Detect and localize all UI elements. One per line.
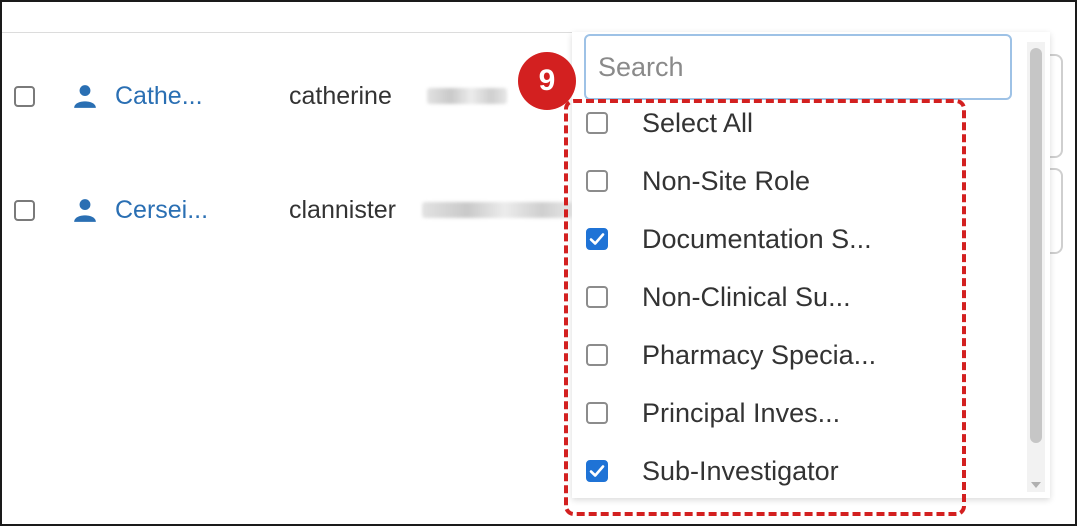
option-checkbox[interactable] bbox=[586, 286, 608, 308]
option-checkbox-checked[interactable] bbox=[586, 228, 608, 250]
row-checkbox[interactable] bbox=[14, 200, 35, 221]
option-label: Principal Inves... bbox=[642, 398, 841, 428]
option-checkbox[interactable] bbox=[586, 170, 608, 192]
option-label: Select All bbox=[642, 108, 754, 138]
option-label: Pharmacy Specia... bbox=[642, 340, 877, 370]
option-label: Sub-Investigator bbox=[642, 456, 839, 486]
option-checkbox-checked[interactable] bbox=[586, 460, 608, 482]
option-label: Documentation S... bbox=[642, 224, 872, 254]
user-email: clannister bbox=[289, 196, 396, 224]
role-options-list: Select All Non-Site Role Documentation S… bbox=[580, 100, 960, 498]
option-sub-investigator[interactable]: Sub-Investigator bbox=[580, 448, 960, 498]
checkmark-icon bbox=[589, 233, 605, 245]
option-documentation[interactable]: Documentation S... bbox=[580, 216, 960, 274]
table-row: Cathe... catherine bbox=[2, 74, 592, 124]
redacted-text bbox=[427, 88, 507, 104]
user-email: catherine bbox=[289, 82, 392, 110]
option-label: Non-Clinical Su... bbox=[642, 282, 851, 312]
option-checkbox[interactable] bbox=[586, 112, 608, 134]
option-principal-investigator[interactable]: Principal Inves... bbox=[580, 390, 960, 448]
scrollbar-thumb[interactable] bbox=[1030, 48, 1042, 443]
user-name-link[interactable]: Cathe... bbox=[115, 82, 203, 111]
search-input[interactable] bbox=[586, 36, 1010, 98]
table-header-divider bbox=[2, 32, 592, 33]
table-row: Cersei... clannister bbox=[2, 188, 592, 238]
checkmark-icon bbox=[589, 465, 605, 477]
screenshot-frame: Cathe... catherine Cersei... clannister … bbox=[0, 0, 1077, 526]
option-label: Non-Site Role bbox=[642, 166, 811, 196]
dropdown-scrollbar[interactable] bbox=[1027, 42, 1045, 492]
row-checkbox[interactable] bbox=[14, 86, 35, 107]
option-non-site-role[interactable]: Non-Site Role bbox=[580, 158, 960, 216]
option-checkbox[interactable] bbox=[586, 402, 608, 424]
option-pharmacy[interactable]: Pharmacy Specia... bbox=[580, 332, 960, 390]
redacted-text bbox=[422, 202, 572, 218]
user-icon bbox=[74, 85, 96, 108]
option-checkbox[interactable] bbox=[586, 344, 608, 366]
step-number-badge: 9 bbox=[518, 52, 576, 110]
option-select-all[interactable]: Select All bbox=[580, 100, 960, 158]
scroll-down-arrow-icon[interactable] bbox=[1031, 482, 1041, 488]
option-non-clinical[interactable]: Non-Clinical Su... bbox=[580, 274, 960, 332]
user-name-link[interactable]: Cersei... bbox=[115, 196, 208, 225]
search-field[interactable] bbox=[584, 34, 1012, 100]
user-icon bbox=[74, 199, 96, 222]
